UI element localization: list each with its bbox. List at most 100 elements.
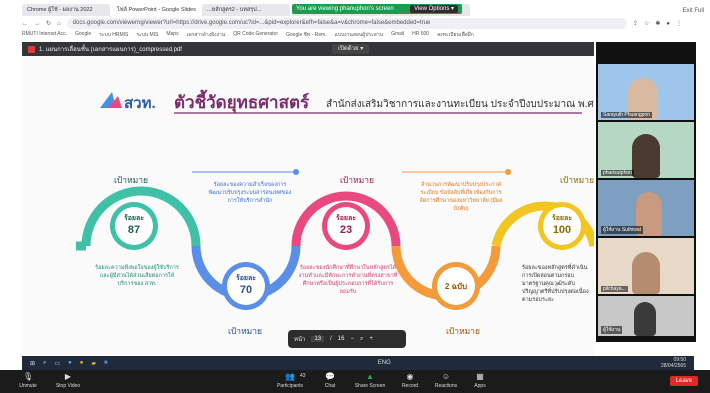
share-screen-button[interactable]: ▲ Share Screen [350,373,390,390]
bookmark[interactable]: RMUTI Internet Acc. [22,31,67,40]
exit-fullscreen-button[interactable]: Exit Full [683,8,704,14]
pdf-file-icon [28,45,35,53]
record-button[interactable]: ◉ Record [390,372,430,390]
bookmark[interactable]: Gmail [391,31,404,40]
zoom-out-icon[interactable]: − [350,336,354,342]
bookmark[interactable]: QR Code Generator [233,31,278,40]
participant-name: pitchaya... [601,286,628,292]
milestone-desc-3: ร้อยละของนักศึกษาที่ศึกษาในหลักสูตรได้งา… [298,265,398,295]
language-indicator[interactable]: ENG [378,360,391,366]
record-label: Record [401,383,419,389]
video-camera-icon: ▶ [64,372,72,381]
apps-label: Apps [474,383,486,389]
person-silhouette [632,134,660,178]
view-options-button[interactable]: View Options ▾ [410,5,458,13]
apps-icon: ▦ [476,372,484,381]
slide-subtitle: สำนักส่งเสริมวิชาการและงานทะเบียน ประจำป… [326,98,594,110]
task-view-icon[interactable]: ▭ [54,360,60,367]
bookmark[interactable]: ระบบ MIS [136,31,158,40]
page-number[interactable]: 13 [311,336,325,342]
bookmark[interactable]: ลงทะเบียนเพื่อฝึก [437,31,474,40]
milestone-unit: ร้อยละ [335,215,357,222]
unmute-button[interactable]: 🎙 Unmute [8,372,48,390]
url-field[interactable]: docs.google.com/viewerng/viewer?url=http… [66,18,627,29]
page-separator: / [330,336,332,342]
target-label-2: เป้าหมาย [228,326,262,336]
extensions-icon[interactable]: ✱ [655,20,660,27]
bookmark[interactable]: HR 500 [412,31,429,40]
share-screen-label: Share Screen [354,383,386,389]
zoom-search-icon[interactable]: ⌕ [360,336,363,343]
chat-button[interactable]: 💬 Chat [310,373,350,390]
chat-label: Chat [324,383,336,389]
microphone-muted-icon: 🎙 [23,372,34,381]
participant-name: Sarayuth Phuangpon [601,112,652,118]
participant-name: ผู้ใช้งาน [601,326,623,334]
milestone-desc-5: ร้อยละของหลักสูตรที่ดำเนินการเปิดสอนตามก… [522,265,589,303]
institution-logo: สวท. [100,92,156,112]
bookmark[interactable]: Google ชีท - Rem. [286,31,327,40]
participants-count: 43 [300,373,306,379]
page-label: หน้า [294,337,306,343]
pdf-viewer-toolbar: 1. แผนการเลื่อนชั้น (เอกสารแผนการ)_compr… [22,42,594,56]
stop-video-button[interactable]: ▶ Stop Video [48,372,88,390]
bookmark[interactable]: แบบงานสอนผู้ประสาน [335,31,383,40]
menu-icon[interactable]: ⋮ [676,20,682,27]
bookmark[interactable]: Maps [166,31,178,40]
zoom-app-icon[interactable]: ■ [104,360,108,366]
target-label-5: เป้าหมาย [560,175,594,185]
star-icon[interactable]: ☆ [644,20,649,27]
address-bar-row: ← → ↻ ⌂ docs.google.com/viewerng/viewer?… [22,17,682,30]
apps-button[interactable]: ▦ Apps [460,372,500,390]
person-silhouette [634,302,656,336]
participants-label: Participants [276,383,304,389]
milestone-value: 100 [552,224,572,236]
start-icon[interactable]: ⊞ [30,360,35,367]
bookmark[interactable]: Google [75,31,91,40]
person-silhouette [632,252,660,294]
search-icon[interactable]: ⌕ [43,360,46,367]
milestone-1: ร้อยละ 87 [110,202,158,250]
participant-tile[interactable]: ผู้ใช้งาน [598,296,694,336]
share-icon[interactable]: ⇪ [633,20,638,27]
chrome-icon[interactable]: ● [80,360,84,366]
milestone-desc-1: ร้อยละความพึงพอใจของผู้ใช้บริการและผู้มี… [95,265,179,287]
system-clock[interactable]: 09:50 28/04/2565 [661,357,686,369]
zoom-in-icon[interactable]: + [369,336,373,342]
participant-tile[interactable]: ผู้ใช้งาน Suthiwat [598,180,694,236]
page-total: 16 [337,336,345,342]
clock-date: 28/04/2565 [660,363,686,369]
leave-button[interactable]: Leave [669,376,698,386]
browser-tab[interactable]: Chrome ผู้ใช้ - ผลงาน 2022 [22,4,110,16]
target-label-4: เป้าหมาย [446,326,480,336]
participant-tile[interactable]: pitchaya... [598,238,694,294]
participant-tile[interactable]: pharisutphon [598,122,694,178]
milestone-unit: ร้อยละ [551,215,573,222]
forward-icon[interactable]: → [34,21,40,27]
bookmark[interactable]: เอกสารอ้างอิงงาน [187,31,226,40]
participant-gallery: Sarayuth Phuangpon pharisutphon ผู้ใช้งา… [596,42,696,342]
stop-video-label: Stop Video [55,383,81,389]
browser-tab[interactable]: ไฟล์ PowerPoint - Google Slides [112,4,200,16]
milestone-3: ร้อยละ 23 [322,202,370,250]
profile-icon[interactable]: ● [666,21,670,27]
edge-icon[interactable]: ● [68,360,72,366]
explorer-icon[interactable]: ▰ [91,360,96,367]
open-with-button[interactable]: เปิดด้วย ▾ [332,44,370,54]
unmute-label: Unmute [19,383,37,389]
milestone-5: ร้อยละ 100 [538,202,586,250]
slide-page: สวท. ตัวชี้วัดยุทธศาสตร์ สำนักส่งเสริมวิ… [22,56,594,356]
reload-icon[interactable]: ↻ [46,20,51,27]
participant-tile[interactable]: Sarayuth Phuangpon [598,64,694,120]
browser-tab[interactable]: ...หลักสูตร2 - บทสรุป... [202,4,290,16]
target-label-1: เป้าหมาย [114,175,148,185]
milestone-value: 70 [239,284,253,296]
milestone-value: 23 [339,224,353,236]
record-icon: ◉ [406,372,414,381]
home-icon[interactable]: ⌂ [57,21,61,27]
screen-share-banner: You are viewing phanuphon's screen View … [292,4,462,14]
reactions-label: Reactions [434,383,458,389]
zoom-window: You are viewing phanuphon's screen View … [0,0,710,393]
bookmark[interactable]: ระบบ HRMIS [99,31,128,40]
back-icon[interactable]: ← [22,21,28,27]
